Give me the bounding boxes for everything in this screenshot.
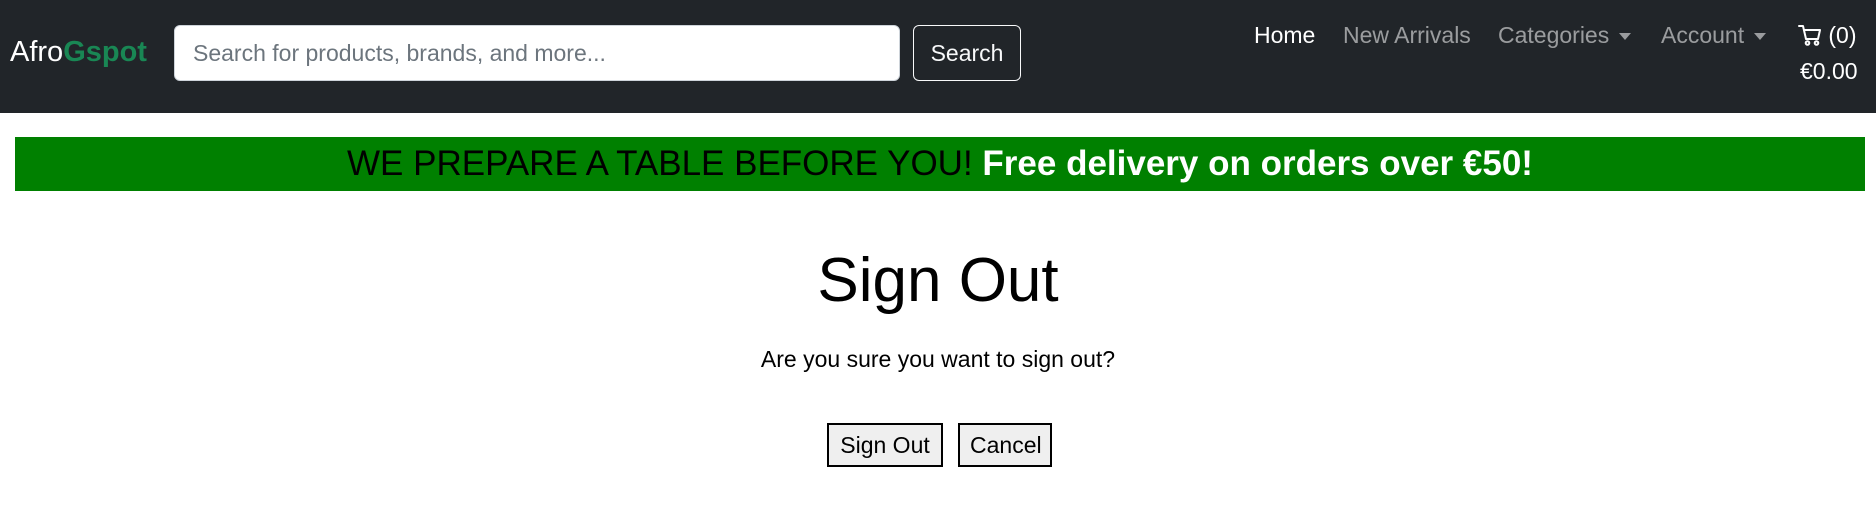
search-input[interactable] — [174, 25, 900, 81]
nav-account-dropdown[interactable]: Account — [1661, 22, 1767, 49]
brand-accent: Gspot — [63, 36, 147, 68]
cart-total: €0.00 — [1800, 58, 1858, 84]
nav-categories-label: Categories — [1498, 22, 1610, 48]
chevron-down-icon — [1619, 33, 1632, 41]
cancel-button[interactable]: Cancel — [958, 423, 1052, 467]
page-title: Sign Out — [817, 246, 1059, 315]
search-button[interactable]: Search — [913, 25, 1021, 81]
nav-home[interactable]: Home — [1254, 22, 1315, 49]
banner-promo: Free delivery on orders over €50! — [982, 144, 1533, 183]
chevron-down-icon — [1754, 33, 1767, 41]
navbar: AfroGspot Search Home New Arrivals Categ… — [0, 0, 1876, 113]
nav-categories-dropdown[interactable]: Categories — [1498, 22, 1632, 49]
nav-account-label: Account — [1661, 22, 1745, 48]
brand-logo[interactable]: AfroGspot — [10, 36, 147, 69]
cart-icon — [1798, 25, 1821, 46]
promo-banner: WE PREPARE A TABLE BEFORE YOU! Free deli… — [15, 137, 1865, 191]
sign-out-button[interactable]: Sign Out — [827, 423, 943, 467]
nav-new-arrivals[interactable]: New Arrivals — [1343, 22, 1471, 49]
brand-prefix: Afro — [10, 36, 64, 68]
banner-tagline: WE PREPARE A TABLE BEFORE YOU! — [347, 144, 973, 183]
cart-count: (0) — [1828, 22, 1857, 48]
cart-link[interactable]: (0) — [1798, 22, 1857, 49]
signout-message: Are you sure you want to sign out? — [760, 346, 1116, 372]
